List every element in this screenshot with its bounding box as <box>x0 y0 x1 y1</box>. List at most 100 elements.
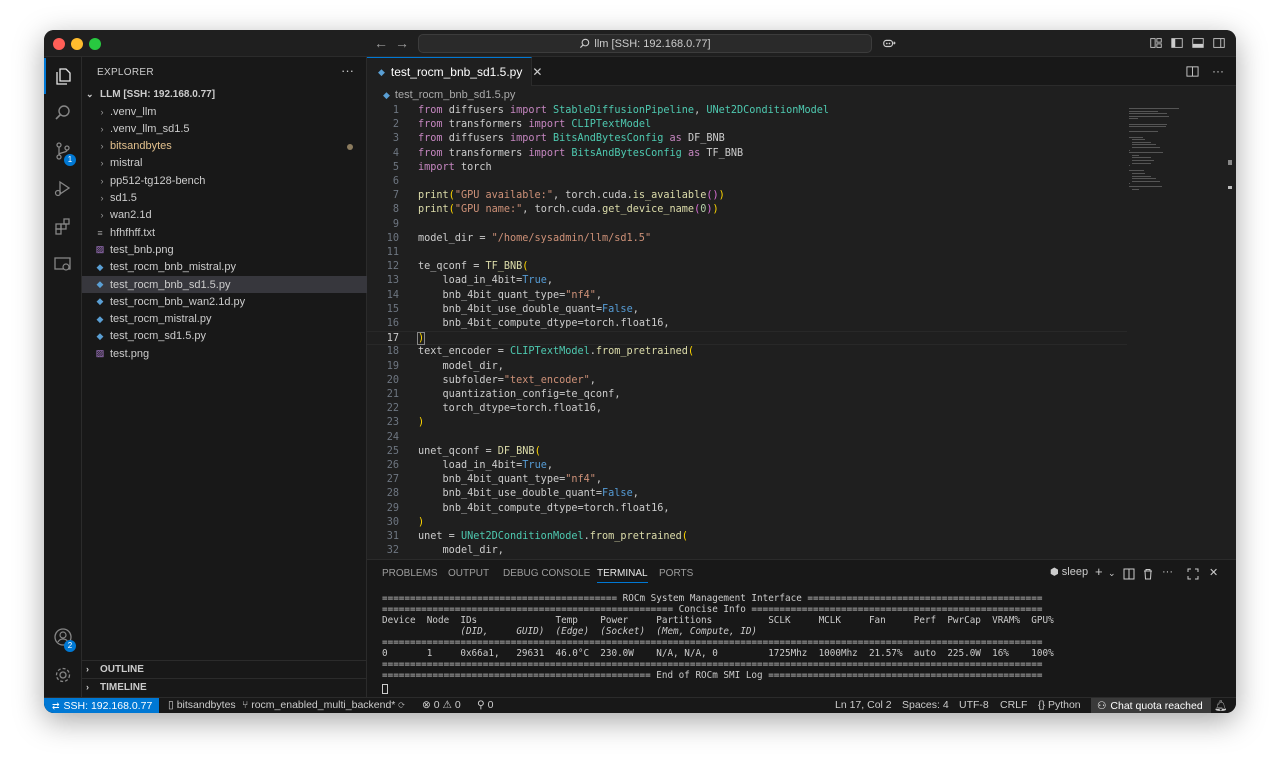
toggle-panel-icon[interactable] <box>1191 36 1205 50</box>
cursor-position[interactable]: Ln 17, Col 2 <box>835 699 892 711</box>
code-line: 30) <box>367 516 1127 530</box>
remote-explorer-activity[interactable] <box>44 246 82 282</box>
remote-icon: ⇄ <box>52 700 60 711</box>
toggle-primary-sidebar-icon[interactable] <box>1170 36 1184 50</box>
ports-status[interactable]: ⚲ 0 <box>477 699 493 711</box>
line-ending[interactable]: CRLF <box>1000 699 1027 711</box>
maximize-panel-icon[interactable] <box>1187 568 1199 580</box>
terminal-instance[interactable]: ⬢ sleep <box>1050 566 1088 578</box>
tree-item[interactable]: › .venv_llm <box>82 103 367 120</box>
tree-item-label: test_bnb.png <box>110 243 174 256</box>
notifications-bell-icon[interactable]: 🔔︎ <box>1214 699 1227 712</box>
tree-item[interactable]: ◆ test_rocm_sd1.5.py <box>82 328 367 345</box>
code-text: from diffusers import StableDiffusionPip… <box>418 105 830 116</box>
minimap-line <box>1129 123 1167 125</box>
tree-item[interactable]: › .venv_llm_sd1.5 <box>82 120 367 137</box>
line-number: 1 <box>392 105 399 116</box>
tab-test-rocm-bnb-sd1-5[interactable]: ◆ test_rocm_bnb_sd1.5.py ✕ <box>367 57 542 86</box>
copilot-icon[interactable] <box>882 36 896 50</box>
split-terminal-icon[interactable] <box>1123 568 1135 580</box>
tab-debug-console[interactable]: DEBUG CONSOLE <box>503 568 590 579</box>
code-line: 13 load_in_4bit=True, <box>367 274 1127 288</box>
terminal-line: ========================================… <box>382 593 1043 604</box>
explorer-activity[interactable] <box>44 58 82 94</box>
new-terminal-icon[interactable]: + <box>1095 564 1103 579</box>
remote-indicator[interactable]: ⇄ SSH: 192.168.0.77 <box>44 698 159 713</box>
tree-item[interactable]: › pp512-tg128-bench <box>82 172 367 189</box>
tree-item[interactable]: ▨ test_bnb.png <box>82 241 367 258</box>
tree-item[interactable]: › sd1.5 <box>82 190 367 207</box>
close-window-button[interactable] <box>53 38 65 50</box>
warning-count: 0 <box>454 699 461 711</box>
repo-status[interactable]: ▯ bitsandbytes <box>168 699 236 711</box>
code-editor[interactable]: 1 from diffusers import StableDiffusionPi… <box>367 104 1236 559</box>
code-line: 4 from transformers import BitsAndBytesCo… <box>367 147 1127 161</box>
customize-layout-icon[interactable] <box>1149 36 1163 50</box>
more-actions-icon[interactable]: ··· <box>1212 64 1224 78</box>
branch-status[interactable]: ⑂ rocm_enabled_multi_backend* ⟳ <box>242 699 405 711</box>
explorer-more-actions-icon[interactable]: ··· <box>341 63 354 78</box>
forward-arrow-icon[interactable]: → <box>395 35 409 51</box>
line-number: 20 <box>386 374 399 386</box>
search-text: llm [SSH: 192.168.0.77] <box>594 37 711 50</box>
code-line: 21 quantization_config=te_qconf, <box>367 388 1127 402</box>
tab-problems[interactable]: PROBLEMS <box>382 568 438 579</box>
error-icon: ⊗ <box>422 699 434 711</box>
toggle-secondary-sidebar-icon[interactable] <box>1212 36 1226 50</box>
encoding[interactable]: UTF-8 <box>959 699 989 711</box>
vscode-window: ← → llm [SSH: 192.168.0.77] 1 2 EXPLORER… <box>44 30 1236 713</box>
tab-terminal[interactable]: TERMINAL <box>597 568 648 583</box>
terminal-line: ========================================… <box>382 637 1043 648</box>
indentation[interactable]: Spaces: 4 <box>902 699 949 711</box>
panel-more-icon[interactable]: ··· <box>1162 566 1173 578</box>
close-tab-icon[interactable]: ✕ <box>532 65 542 79</box>
scrollbar-marker[interactable] <box>1228 160 1232 165</box>
tree-item[interactable]: › bitsandbytes <box>82 138 367 155</box>
breadcrumb[interactable]: ◆ test_rocm_bnb_sd1.5.py <box>367 86 1236 104</box>
problems-status[interactable]: ⊗ 0 ⚠ 0 <box>422 699 461 711</box>
tree-item[interactable]: ≡ hfhfhff.txt <box>82 224 367 241</box>
ports-count: 0 <box>487 699 494 711</box>
search-activity[interactable] <box>44 95 82 131</box>
timeline-section[interactable]: › TIMELINE <box>82 678 367 695</box>
tree-item[interactable]: ◆ test_rocm_mistral.py <box>82 311 367 328</box>
source-control-activity[interactable]: 1 <box>44 133 82 169</box>
tree-item[interactable]: ◆ test_rocm_bnb_wan2.1d.py <box>82 293 367 310</box>
cursor-marker <box>1228 186 1232 189</box>
maximize-window-button[interactable] <box>89 38 101 50</box>
language-mode[interactable]: {} Python <box>1038 699 1081 711</box>
line-number: 32 <box>386 545 399 557</box>
tree-item[interactable]: › wan2.1d <box>82 207 367 224</box>
line-number: 10 <box>386 232 399 244</box>
extensions-activity[interactable] <box>44 208 82 244</box>
manage-activity[interactable] <box>44 657 82 693</box>
chat-quota-status[interactable]: ⚇ Chat quota reached <box>1091 698 1211 713</box>
minimize-window-button[interactable] <box>71 38 83 50</box>
trash-icon[interactable] <box>1142 568 1154 580</box>
outline-section[interactable]: › OUTLINE <box>82 660 367 677</box>
workspace-root[interactable]: ⌄ LLM [SSH: 192.168.0.77] <box>82 86 367 103</box>
tree-item[interactable]: ▨ test.png <box>82 345 367 362</box>
terminal-line: (DID, GUID) (Edge) (Socket) (Mem, Comput… <box>382 626 758 637</box>
close-panel-icon[interactable]: ✕ <box>1209 566 1218 579</box>
minimap[interactable] <box>1129 108 1184 198</box>
back-arrow-icon[interactable]: ← <box>374 35 388 51</box>
line-number: 25 <box>386 445 399 457</box>
terminal-name: sleep <box>1061 566 1089 578</box>
minimap-line <box>1129 115 1169 117</box>
tab-output[interactable]: OUTPUT <box>448 568 489 579</box>
tab-ports[interactable]: PORTS <box>659 568 693 579</box>
command-center-search[interactable]: llm [SSH: 192.168.0.77] <box>418 34 872 53</box>
accounts-activity[interactable]: 2 <box>44 619 82 655</box>
tree-item[interactable]: ◆ test_rocm_bnb_mistral.py <box>82 259 367 276</box>
minimap-line <box>1129 118 1138 120</box>
run-debug-activity[interactable] <box>44 170 82 206</box>
chevron-down-icon[interactable]: ⌄ <box>1108 568 1116 579</box>
line-number: 5 <box>392 161 399 173</box>
tree-item[interactable]: › mistral <box>82 155 367 172</box>
split-editor-icon[interactable] <box>1186 65 1199 78</box>
line-number: 11 <box>386 247 399 258</box>
line-number: 8 <box>392 204 399 216</box>
minimap-line <box>1131 175 1152 177</box>
tree-item[interactable]: ◆ test_rocm_bnb_sd1.5.py <box>82 276 367 293</box>
